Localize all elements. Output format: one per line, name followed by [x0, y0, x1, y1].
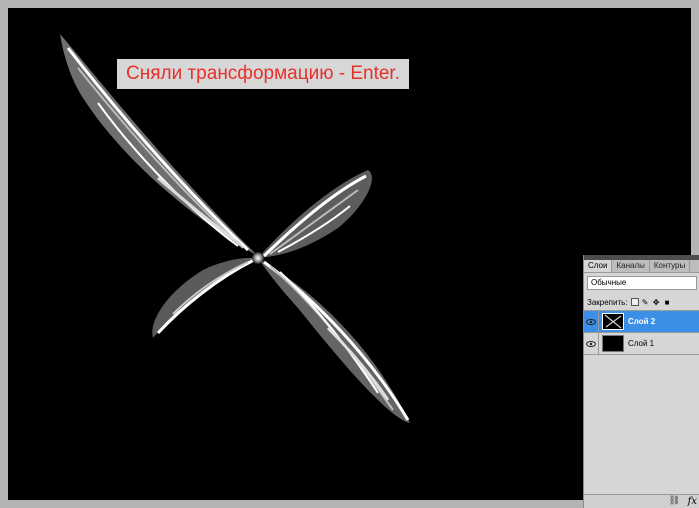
blend-mode-select[interactable]: Обычные [587, 276, 697, 290]
lock-row: Закрепить: ✎ ✥ ■ [584, 294, 699, 311]
visibility-eye-icon[interactable] [584, 333, 599, 354]
tab-paths[interactable]: Контуры [650, 260, 691, 272]
tab-channels[interactable]: Каналы [612, 260, 650, 272]
panel-footer: ⛓ fx [584, 494, 699, 508]
visibility-eye-icon[interactable] [584, 311, 599, 332]
layers-panel: Слои Каналы Контуры Обычные Закрепить: ✎… [583, 255, 699, 508]
layer-name: Слой 1 [628, 339, 655, 348]
layer-row-2[interactable]: Слой 2 [584, 311, 699, 333]
tab-layers[interactable]: Слои [584, 260, 613, 272]
layer-thumbnail [602, 335, 624, 352]
layer-thumbnail [602, 313, 624, 330]
fx-button[interactable]: fx [688, 496, 697, 507]
lock-transparency-icon[interactable] [630, 298, 639, 306]
petal-lower-right [258, 258, 410, 423]
lock-label: Закрепить: [587, 297, 628, 307]
layer-name: Слой 2 [628, 317, 656, 326]
petal-upper-right [258, 170, 372, 258]
panel-tabs: Слои Каналы Контуры [584, 260, 699, 273]
layer-row-1[interactable]: Слой 1 [584, 333, 699, 355]
lock-all-icon[interactable]: ■ [663, 298, 672, 307]
lock-pixels-icon[interactable]: ✎ [641, 298, 650, 307]
link-icon[interactable]: ⛓ [669, 495, 680, 506]
petal-lower-left [152, 257, 258, 338]
lock-position-icon[interactable]: ✥ [652, 298, 661, 307]
instruction-callout: Сняли трансформацию - Enter. [117, 59, 409, 89]
